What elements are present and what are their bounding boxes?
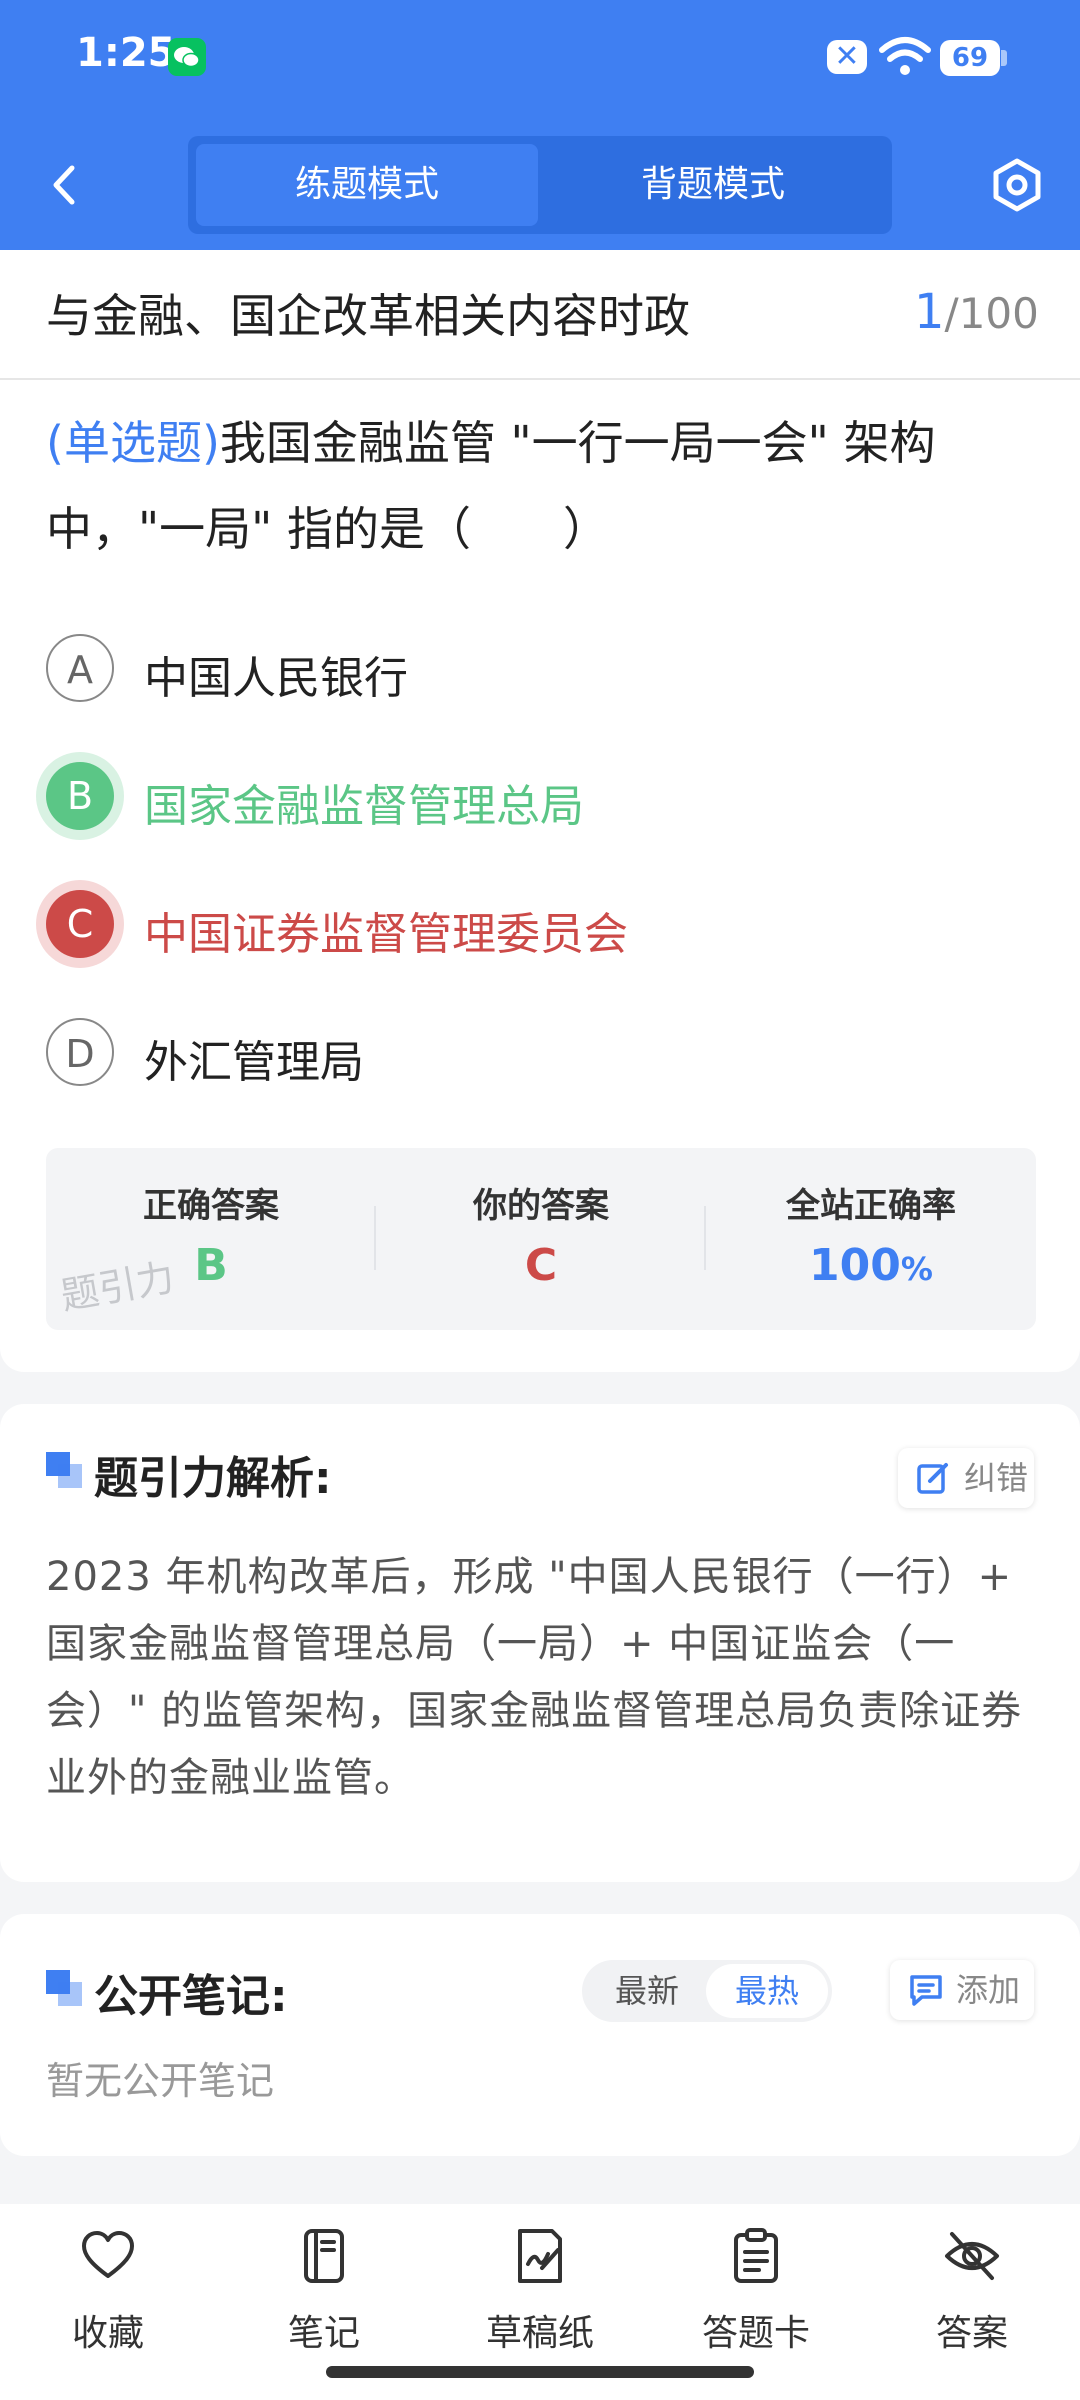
option-letter: D xyxy=(46,1018,114,1086)
heart-icon xyxy=(82,2231,134,2278)
your-answer-value: C xyxy=(524,1240,558,1291)
your-answer-label: 你的答案 xyxy=(473,1186,609,1226)
chevron-left-icon xyxy=(53,165,75,205)
tab-draft-paper[interactable]: 草稿纸 xyxy=(432,2228,648,2368)
option-letter: B xyxy=(46,762,114,830)
accuracy-label: 全站正确率 xyxy=(786,1186,956,1226)
option-text: 中国证券监督管理委员会 xyxy=(144,909,628,960)
option-d[interactable]: D 外汇管理局 xyxy=(46,1010,1036,1106)
report-error-label: 纠错 xyxy=(964,1459,1029,1497)
option-letter: A xyxy=(46,634,114,702)
tab-label: 答案 xyxy=(935,2313,1008,2354)
topic-title: 与金融、国企改革相关内容时政 xyxy=(46,289,690,343)
tab-answer[interactable]: 答案 xyxy=(864,2228,1080,2368)
eye-off-icon xyxy=(945,2232,999,2280)
accuracy-number: 100 xyxy=(809,1240,901,1291)
option-text: 中国人民银行 xyxy=(144,653,408,704)
question-card: 与金融、国企改革相关内容时政 1/100 (单选题)我国金融监管 "一行一局一会… xyxy=(0,250,1080,1372)
tab-answer-sheet[interactable]: 答题卡 xyxy=(648,2228,864,2368)
home-indicator xyxy=(326,2366,754,2378)
wechat-notification-icon xyxy=(168,38,206,76)
question-counter: 1/100 xyxy=(914,284,1039,340)
tab-practice-mode[interactable]: 练题模式 xyxy=(196,144,538,226)
option-b[interactable]: B 国家金融监督管理总局 xyxy=(46,754,1036,850)
report-error-button[interactable]: 纠错 xyxy=(898,1448,1034,1508)
tab-notes[interactable]: 笔记 xyxy=(216,2228,432,2368)
empty-notes-text: 暂无公开笔记 xyxy=(46,2059,275,2103)
option-text: 国家金融监督管理总局 xyxy=(144,781,584,832)
tab-label: 收藏 xyxy=(71,2313,144,2354)
tab-label: 答题卡 xyxy=(701,2313,810,2354)
add-note-label: 添加 xyxy=(956,1971,1021,2009)
notification-x-icon: ✕ xyxy=(827,40,867,74)
tab-favorite[interactable]: 收藏 xyxy=(0,2228,216,2368)
notes-title: 公开笔记: xyxy=(94,1971,288,2022)
note-add-icon xyxy=(910,1975,942,2006)
analysis-text: 2023 年机构改革后，形成 "中国人民银行（一行）+ 国家金融监督管理总局（一… xyxy=(46,1554,1023,1801)
sort-latest[interactable]: 最新 xyxy=(586,1964,708,2018)
hex-settings-icon xyxy=(993,158,1041,212)
accuracy-unit: % xyxy=(900,1250,933,1288)
draft-paper-icon xyxy=(518,2229,562,2283)
analysis-card: 题引力解析: 纠错 2023 年机构改革后，形成 "中国人民银行（一行）+ 国家… xyxy=(0,1404,1080,1882)
answer-sheet-icon xyxy=(734,2228,778,2283)
accuracy-value: 100% xyxy=(706,1240,1036,1291)
mode-switch: 练题模式 背题模式 xyxy=(188,136,892,234)
status-time: 1:25 xyxy=(76,30,176,76)
wifi-icon xyxy=(878,34,932,78)
correct-answer-label: 正确答案 xyxy=(143,1186,279,1226)
add-note-button[interactable]: 添加 xyxy=(890,1960,1034,2020)
notes-sort-switch: 最新 最热 xyxy=(582,1960,832,2022)
analysis-title: 题引力解析: xyxy=(94,1453,332,1504)
current-question-number: 1 xyxy=(914,284,945,340)
total-questions: /100 xyxy=(944,289,1039,338)
section-icon xyxy=(46,1452,84,1490)
app-header: 1:25 ✕ 69 练题模式 背题模式 xyxy=(0,0,1080,250)
notes-card: 公开笔记: 最新 最热 添加 暂无公开笔记 xyxy=(0,1914,1080,2156)
tab-label: 草稿纸 xyxy=(485,2313,594,2354)
section-icon xyxy=(46,1970,84,2008)
option-letter: C xyxy=(46,890,114,958)
edit-icon xyxy=(917,1463,948,1494)
answer-stats: 正确答案 B 你的答案 C 全站正确率 100% 题引力 xyxy=(46,1148,1036,1330)
battery-icon: 69 xyxy=(940,40,1000,76)
question-type: (单选题) xyxy=(46,416,220,470)
divider xyxy=(0,378,1080,380)
option-text: 外汇管理局 xyxy=(144,1037,364,1088)
back-button[interactable] xyxy=(40,160,90,210)
settings-button[interactable] xyxy=(988,156,1046,214)
notebook-icon xyxy=(304,2229,344,2283)
tab-label: 笔记 xyxy=(287,2313,360,2354)
option-c[interactable]: C 中国证券监督管理委员会 xyxy=(46,882,1036,978)
option-a[interactable]: A 中国人民银行 xyxy=(46,626,1036,722)
tab-memorize-mode[interactable]: 背题模式 xyxy=(542,144,884,226)
sort-hottest[interactable]: 最热 xyxy=(706,1964,828,2018)
question-text: (单选题)我国金融监管 "一行一局一会" 架构中，"一局" 指的是（ ） xyxy=(46,400,1036,572)
battery-tip xyxy=(1001,50,1007,66)
